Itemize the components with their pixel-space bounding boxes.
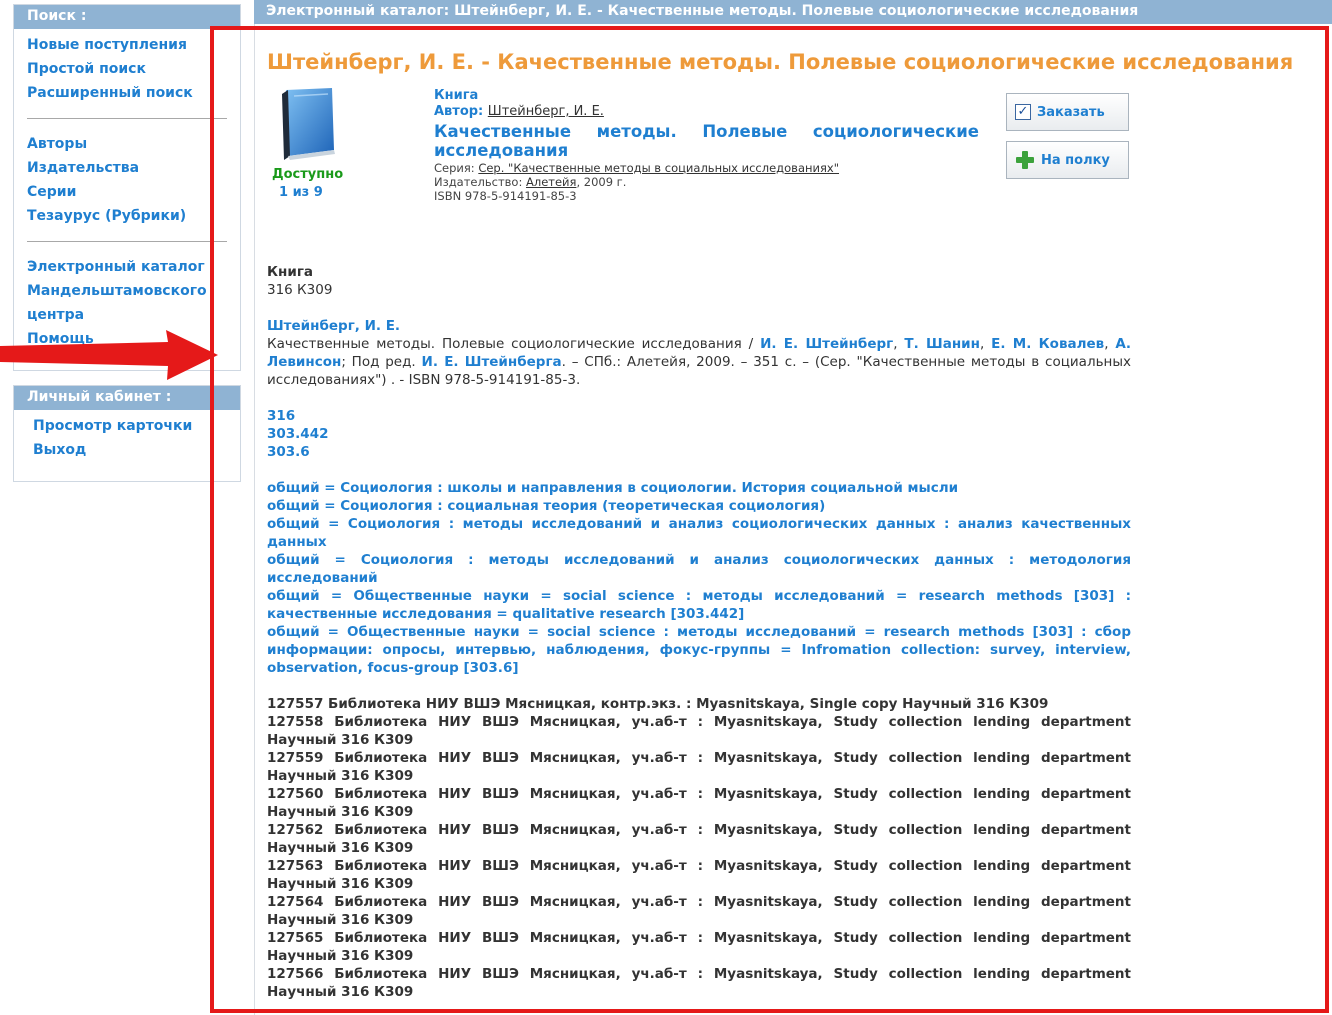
subject-link[interactable]: общий = Общественные науки = social scie…	[267, 587, 1131, 623]
author-link[interactable]: Штейнберг, И. Е.	[488, 104, 604, 119]
subject-link[interactable]: общий = Социология : социальная теория (…	[267, 497, 1131, 515]
udc-code-link[interactable]: 303.442	[267, 425, 1131, 443]
sidebar-link-publishers[interactable]: Издательства	[27, 156, 240, 180]
publisher-link[interactable]: Алетейя	[526, 175, 576, 189]
holding-item: 127560 Библиотека НИУ ВШЭ Мясницкая, уч.…	[267, 786, 1131, 820]
book-title-link[interactable]: Качественные методы. Полевые социологиче…	[434, 122, 979, 160]
udc-code-link[interactable]: 303.6	[267, 443, 1131, 461]
holding-item: 127558 Библиотека НИУ ВШЭ Мясницкая, уч.…	[267, 714, 1131, 748]
holding-item: 127557 Библиотека НИУ ВШЭ Мясницкая, кон…	[267, 696, 1049, 712]
catalog-record: Книга 316 К309 Штейнберг, И. Е. Качествен…	[267, 263, 1131, 1001]
sidebar-link-center[interactable]: центра	[27, 303, 240, 327]
subject-link[interactable]: общий = Социология : методы исследований…	[267, 515, 1131, 551]
holdings-list: 127557 Библиотека НИУ ВШЭ Мясницкая, кон…	[267, 695, 1131, 1001]
subject-link[interactable]: общий = Социология : школы и направления…	[267, 479, 1131, 497]
sidebar-link-advanced-search[interactable]: Расширенный поиск	[27, 81, 240, 105]
desc-sep-1: ,	[893, 336, 905, 352]
author-label: Автор:	[434, 104, 484, 119]
udc-code-link[interactable]: 316	[267, 407, 1131, 425]
checkmark-icon: ✓	[1015, 104, 1031, 120]
content-divider	[254, 24, 255, 1015]
series-line: Серия: Сер. "Качественные методы в социа…	[434, 161, 979, 175]
sidebar-link-simple-search[interactable]: Простой поиск	[27, 57, 240, 81]
sidebar-link-view-card[interactable]: Просмотр карточки	[33, 414, 240, 438]
record-shelf-code: 316 К309	[267, 282, 333, 298]
isbn: ISBN 978-5-914191-85-3	[434, 189, 577, 203]
breadcrumb: Электронный каталог: Штейнберг, И. Е. - …	[254, 0, 1332, 24]
shelf-button-label: На полку	[1041, 152, 1110, 168]
subject-link[interactable]: общий = Общественные науки = social scie…	[267, 623, 1131, 677]
holding-item: 127565 Библиотека НИУ ВШЭ Мясницкая, уч.…	[267, 930, 1131, 964]
page-title: Штейнберг, И. Е. - Качественные методы. …	[267, 50, 1294, 74]
sidebar-cabinet-header: Личный кабинет :	[14, 386, 240, 410]
udc-codes: 316 303.442 303.6	[267, 407, 1131, 461]
order-button-label: Заказать	[1037, 104, 1105, 120]
book-type: Книга	[434, 88, 479, 103]
holding-item: 127564 Библиотека НИУ ВШЭ Мясницкая, уч.…	[267, 894, 1131, 928]
desc-text-1: Качественные методы. Полевые социологиче…	[267, 336, 761, 352]
bibliographic-description: Штейнберг, И. Е. Качественные методы. Пол…	[267, 317, 1131, 389]
sidebar-link-mandelstam[interactable]: Мандельштамовского	[27, 279, 240, 303]
plus-icon	[1015, 150, 1035, 170]
availability-count[interactable]: 1 из 9	[279, 184, 323, 201]
sidebar-link-new-arrivals[interactable]: Новые поступления	[27, 33, 240, 57]
editor-link[interactable]: И. Е. Штейнберга	[422, 354, 562, 370]
sidebar-link-help[interactable]: Помощь	[27, 327, 240, 351]
sidebar-link-logout[interactable]: Выход	[33, 438, 240, 462]
desc-sep-3: ,	[1104, 336, 1116, 352]
add-to-shelf-button[interactable]: На полку	[1006, 141, 1129, 179]
desc-sep-2: ,	[979, 336, 992, 352]
publisher-year: , 2009 г.	[576, 175, 627, 189]
book-author-line: Автор: Штейнберг, И. Е.	[434, 104, 979, 120]
record-type: Книга	[267, 264, 313, 280]
holding-item: 127562 Библиотека НИУ ВШЭ Мясницкая, уч.…	[267, 822, 1131, 856]
subject-link[interactable]: общий = Социология : методы исследований…	[267, 551, 1131, 587]
sidebar-link-thesaurus[interactable]: Тезаурус (Рубрики)	[27, 204, 240, 228]
sidebar-divider	[27, 241, 227, 242]
subject-headings: общий = Социология : школы и направления…	[267, 479, 1131, 677]
book-summary: Книга Автор: Штейнберг, И. Е. Качественн…	[434, 88, 979, 203]
publisher-line: Издательство: Алетейя, 2009 г.	[434, 175, 979, 189]
sidebar-cabinet-links: Просмотр карточки Выход	[14, 410, 240, 462]
author-link-3[interactable]: Е. М. Ковалев	[991, 336, 1104, 352]
availability-status: Доступно	[272, 167, 344, 182]
sidebar-link-series[interactable]: Серии	[27, 180, 240, 204]
sidebar-search-links: Новые поступления Простой поиск Расширен…	[14, 29, 240, 351]
author-link-2[interactable]: Т. Шанин	[904, 336, 980, 352]
sidebar-search-header: Поиск :	[14, 5, 240, 29]
sidebar-divider	[27, 118, 227, 119]
sidebar-cabinet-panel: Личный кабинет : Просмотр карточки Выход	[13, 385, 241, 482]
series-label: Серия:	[434, 161, 475, 175]
sidebar-link-authors[interactable]: Авторы	[27, 132, 240, 156]
author-link-1[interactable]: И. Е. Штейнберг	[760, 336, 893, 352]
sidebar-search-panel: Поиск : Новые поступления Простой поиск …	[13, 4, 241, 371]
order-button[interactable]: ✓ Заказать	[1006, 93, 1129, 131]
sidebar-link-ecatalog[interactable]: Электронный каталог	[27, 255, 240, 279]
desc-text-2: ; Под ред.	[341, 354, 422, 370]
book-icon	[280, 86, 338, 162]
holding-item: 127566 Библиотека НИУ ВШЭ Мясницкая, уч.…	[267, 966, 1131, 1000]
holding-item: 127563 Библиотека НИУ ВШЭ Мясницкая, уч.…	[267, 858, 1131, 892]
author-heading[interactable]: Штейнберг, И. Е.	[267, 317, 1131, 335]
series-link[interactable]: Сер. "Качественные методы в социальных и…	[478, 161, 839, 175]
publisher-label: Издательство:	[434, 175, 523, 189]
holding-item: 127559 Библиотека НИУ ВШЭ Мясницкая, уч.…	[267, 750, 1131, 784]
